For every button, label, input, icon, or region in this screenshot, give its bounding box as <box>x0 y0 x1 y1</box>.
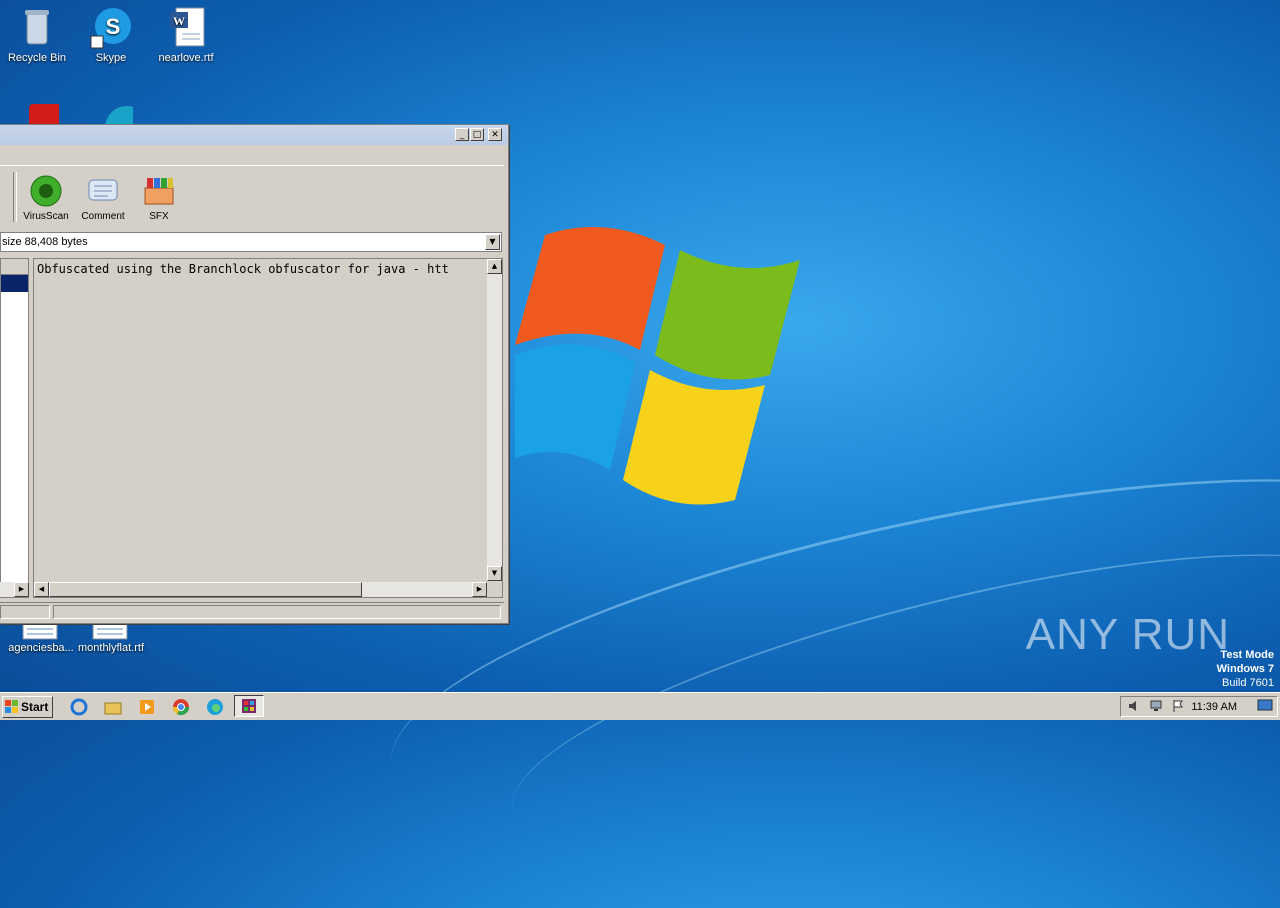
status-cell <box>53 605 501 619</box>
scroll-up-button[interactable]: ▲ <box>487 259 502 274</box>
svg-text:W: W <box>173 14 185 28</box>
comment-pane[interactable]: Obfuscated using the Branchlock obfuscat… <box>33 258 503 598</box>
edge-icon[interactable] <box>206 698 224 716</box>
system-tray: 11:39 AM <box>1120 696 1278 717</box>
tree-selected-item[interactable] <box>1 275 28 292</box>
windows-flag-icon <box>5 700 18 713</box>
window-titlebar[interactable]: _ □ ✕ <box>0 125 508 145</box>
vertical-scrollbar[interactable]: ▲ ▼ <box>487 259 502 581</box>
virusscan-button[interactable]: VirusScan <box>18 174 74 222</box>
status-cell <box>0 605 50 619</box>
desktop-icon-agenciesba[interactable]: agenciesba... <box>4 623 78 654</box>
archive-comment-text: Obfuscated using the Branchlock obfuscat… <box>37 262 449 276</box>
chevron-down-icon[interactable]: ▼ <box>485 234 500 250</box>
winrar-icon <box>242 699 256 713</box>
archive-path-field[interactable]: size 88,408 bytes ▼ <box>0 232 502 252</box>
desktop-icon-nearlove-rtf[interactable]: W nearlove.rtf <box>149 6 223 64</box>
internet-explorer-icon[interactable] <box>70 698 88 716</box>
comment-label: Comment <box>81 211 125 222</box>
scroll-down-button[interactable]: ▼ <box>487 566 502 581</box>
virusscan-icon <box>29 174 63 208</box>
minimize-button[interactable]: _ <box>455 128 469 141</box>
build-label: Build 7601 <box>1222 677 1274 689</box>
anyrun-watermark: ANY RUN <box>1025 610 1230 659</box>
document-icon <box>89 623 133 640</box>
desktop-icon-monthlyflat-rtf[interactable]: monthlyflat.rtf <box>74 623 148 654</box>
speaker-icon[interactable] <box>1127 699 1141 713</box>
start-button[interactable]: Start <box>2 696 53 718</box>
folder-tree-pane[interactable] <box>0 258 29 598</box>
horizontal-scrollbar[interactable]: ◀ ▶ <box>34 582 487 597</box>
comment-icon <box>86 174 120 208</box>
skype-icon: S <box>89 6 133 50</box>
close-button[interactable]: ✕ <box>488 128 502 141</box>
chrome-icon[interactable] <box>172 698 190 716</box>
desktop-icon-label: Skype <box>95 52 127 64</box>
maximize-button[interactable]: □ <box>470 128 484 141</box>
sfx-icon <box>142 174 176 208</box>
recycle-bin-icon <box>15 6 59 50</box>
scroll-thumb[interactable] <box>49 582 362 597</box>
sfx-label: SFX <box>149 211 169 222</box>
scroll-right-button[interactable]: ▶ <box>472 582 487 597</box>
word-document-icon: W <box>164 6 208 50</box>
virusscan-label: VirusScan <box>23 211 69 222</box>
desktop-icon-recycle-bin[interactable]: Recycle Bin <box>0 6 74 64</box>
test-mode-label: Test Mode <box>1220 649 1274 661</box>
show-desktop-icon[interactable] <box>1257 699 1273 713</box>
tree-horizontal-scrollbar[interactable]: ▶ <box>0 582 29 597</box>
desktop-icon-label: agenciesba... <box>8 642 74 654</box>
network-icon[interactable] <box>1149 699 1163 713</box>
scroll-left-button[interactable]: ◀ <box>34 582 49 597</box>
svg-text:S: S <box>106 14 121 39</box>
status-bar <box>0 602 504 621</box>
taskbar: Start 11:39 AM <box>0 692 1280 720</box>
clock[interactable]: 11:39 AM <box>1191 701 1237 713</box>
winrar-window: _ □ ✕ VirusScan Comment SFX size 88,408 … <box>0 124 509 624</box>
archive-info-text: size 88,408 bytes <box>2 236 88 248</box>
sfx-button[interactable]: SFX <box>131 174 187 222</box>
start-label: Start <box>21 700 49 714</box>
desktop-icon-label: monthlyflat.rtf <box>77 642 145 654</box>
media-player-icon[interactable] <box>138 698 156 716</box>
toolbar: VirusScan Comment SFX <box>0 165 504 228</box>
desktop-icon-skype[interactable]: S Skype <box>74 6 148 64</box>
os-name: Windows 7 <box>1216 663 1274 675</box>
scroll-right-button[interactable]: ▶ <box>14 582 29 597</box>
file-explorer-icon[interactable] <box>104 698 122 716</box>
taskbar-winrar-button[interactable] <box>234 695 264 717</box>
desktop-icon-label: Recycle Bin <box>7 52 67 64</box>
tree-header <box>1 259 28 275</box>
document-icon <box>19 623 63 640</box>
windows-logo-wallpaper <box>515 227 800 505</box>
test-mode-notice: Test Mode Windows 7 Build 7601 <box>1217 648 1274 690</box>
desktop-icon-label: nearlove.rtf <box>158 52 214 64</box>
toolbar-separator <box>13 172 17 222</box>
action-center-flag-icon[interactable] <box>1171 699 1185 713</box>
comment-button[interactable]: Comment <box>75 174 131 222</box>
